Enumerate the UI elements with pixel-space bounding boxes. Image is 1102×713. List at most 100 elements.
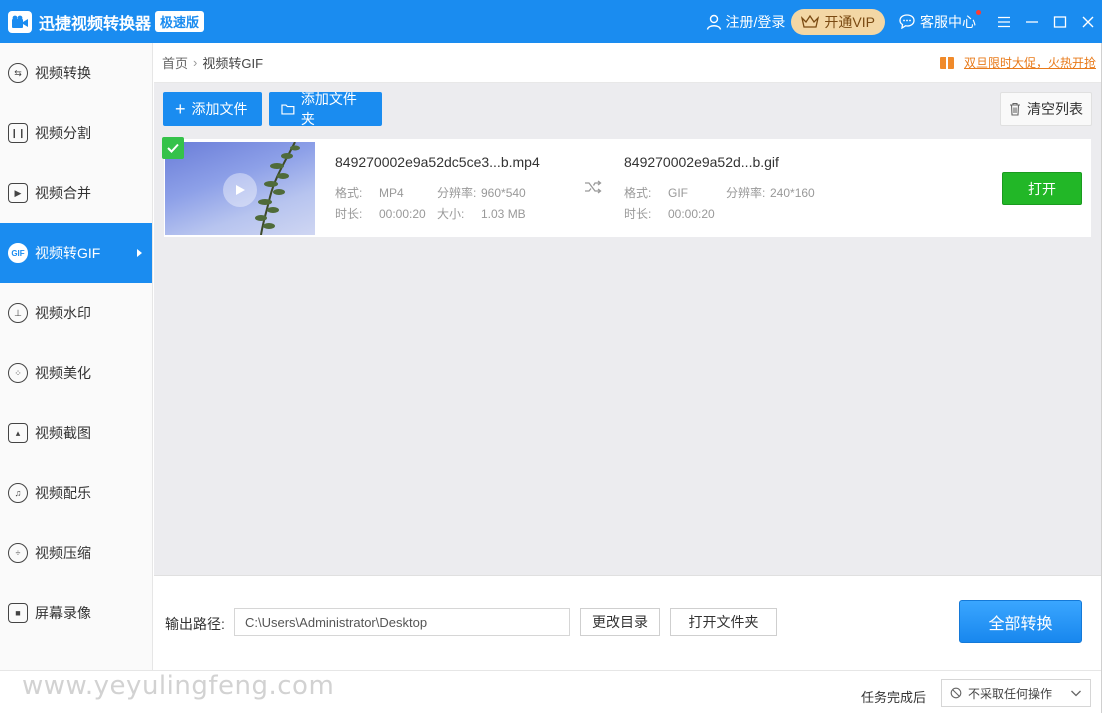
source-meta-row-1: 格式: MP4 分辨率: 960*540: [335, 184, 526, 201]
chevron-down-icon: [1071, 690, 1081, 697]
sidebar-item-label: 视频合并: [35, 185, 91, 201]
close-button[interactable]: [1074, 0, 1102, 43]
app-window: 迅捷视频转换器 极速版 注册/登录 开通VIP 客服中心 ⇆ 视频转换 ❙❙ 视…: [0, 0, 1102, 713]
checkbox-checked-icon[interactable]: [162, 137, 184, 159]
maximize-button[interactable]: [1046, 0, 1074, 43]
output-bar: 输出路径: 更改目录 打开文件夹 全部转换: [154, 575, 1102, 670]
sidebar-item-music[interactable]: ♫ 视频配乐: [0, 463, 152, 523]
after-task-label: 任务完成后: [861, 690, 927, 705]
add-file-label: 添加文件: [191, 101, 248, 117]
source-format: MP4: [379, 186, 404, 200]
open-button[interactable]: 打开: [1002, 172, 1082, 205]
output-meta-row-2: 时长: 00:00:20: [624, 205, 726, 222]
minimize-button[interactable]: [1018, 0, 1046, 43]
after-task-select[interactable]: 不采取任何操作: [941, 679, 1091, 707]
sidebar-item-label: 视频转GIF: [35, 245, 101, 261]
plus-icon: +: [175, 99, 186, 119]
record-icon: ■: [8, 603, 28, 623]
ban-icon: [950, 687, 962, 699]
sidebar-item-label: 视频分割: [35, 125, 91, 141]
sidebar-item-convert[interactable]: ⇆ 视频转换: [0, 43, 152, 103]
sidebar-item-gif[interactable]: GIF 视频转GIF: [0, 223, 152, 283]
clear-list-button[interactable]: 清空列表: [1000, 92, 1092, 126]
add-file-button[interactable]: + 添加文件: [163, 92, 262, 126]
vip-label: 开通VIP: [824, 13, 875, 30]
login-button[interactable]: 注册/登录: [706, 12, 786, 32]
file-list-item[interactable]: 849270002e9a52dc5ce3...b.mp4 格式: MP4 分辨率: 9…: [162, 137, 1091, 237]
source-size: 1.03 MB: [481, 207, 526, 221]
format-label: 格式:: [335, 186, 363, 200]
sidebar-item-label: 视频配乐: [35, 485, 91, 501]
resolution-label: 分辨率:: [437, 186, 477, 200]
music-icon: ♫: [8, 483, 28, 503]
sidebar-item-record[interactable]: ■ 屏幕录像: [0, 583, 152, 643]
clear-list-label: 清空列表: [1027, 101, 1083, 117]
site-watermark: www.yeyulingfeng.com: [22, 671, 335, 701]
gift-icon: [939, 56, 954, 69]
screenshot-icon: ▴: [8, 423, 28, 443]
menu-button[interactable]: [990, 0, 1018, 43]
size-label: 大小:: [437, 207, 465, 221]
chat-icon: [899, 14, 915, 29]
sidebar-item-label: 视频美化: [35, 365, 91, 381]
user-icon: [706, 14, 721, 30]
duration-label: 时长:: [335, 207, 363, 221]
login-label: 注册/登录: [725, 13, 786, 30]
source-duration: 00:00:20: [379, 207, 426, 221]
minimize-icon: [1026, 20, 1038, 23]
convert-icon: ⇆: [8, 63, 28, 83]
output-path-label: 输出路径:: [165, 616, 225, 632]
promo-link[interactable]: 双旦限时大促，火热开抢: [939, 54, 1096, 71]
output-resolution: 240*160: [770, 186, 815, 200]
split-icon: ❙❙: [8, 123, 28, 143]
watermark-icon: ⊥: [8, 303, 28, 323]
close-icon: [1082, 16, 1094, 27]
customer-service-button[interactable]: 客服中心: [899, 9, 981, 32]
change-directory-button[interactable]: 更改目录: [580, 608, 660, 636]
sidebar-item-beautify[interactable]: ⁘ 视频美化: [0, 343, 152, 403]
maximize-icon: [1053, 15, 1067, 28]
output-meta-row-1: 格式: GIF 分辨率: 240*160: [624, 184, 815, 201]
play-icon[interactable]: [223, 173, 257, 207]
output-format: GIF: [668, 186, 688, 200]
sidebar-item-label: 视频截图: [35, 425, 91, 441]
convert-all-button[interactable]: 全部转换: [959, 600, 1082, 643]
output-filename: 849270002e9a52d...b.gif: [624, 154, 779, 170]
merge-icon: ▶: [8, 183, 28, 203]
beautify-icon: ⁘: [8, 363, 28, 383]
breadcrumb: 首页 › 视频转GIF 双旦限时大促，火热开抢: [154, 43, 1102, 83]
toolbar: + 添加文件 添加文件夹 清空列表: [154, 83, 1102, 139]
source-meta-row-2: 时长: 00:00:20 大小: 1.03 MB: [335, 205, 526, 222]
sidebar-item-merge[interactable]: ▶ 视频合并: [0, 163, 152, 223]
sidebar-item-compress[interactable]: ÷ 视频压缩: [0, 523, 152, 583]
vip-button[interactable]: 开通VIP: [791, 8, 885, 35]
trash-icon: [1010, 102, 1020, 116]
breadcrumb-separator: ›: [193, 55, 198, 70]
app-title: 迅捷视频转换器: [39, 15, 152, 33]
source-resolution: 960*540: [481, 186, 526, 200]
sidebar-item-label: 视频压缩: [35, 545, 91, 561]
add-folder-button[interactable]: 添加文件夹: [269, 91, 382, 127]
edition-badge: 极速版: [155, 11, 205, 32]
shuffle-icon: [585, 180, 602, 194]
sidebar-item-label: 视频转换: [35, 65, 91, 81]
resolution-label: 分辨率:: [726, 186, 766, 200]
output-path-field[interactable]: [234, 608, 570, 636]
folder-icon: [281, 104, 295, 115]
open-folder-button[interactable]: 打开文件夹: [670, 608, 777, 636]
sidebar-item-label: 视频水印: [35, 305, 91, 321]
notification-dot: [976, 9, 981, 15]
output-duration: 00:00:20: [668, 207, 715, 221]
title-bar: 迅捷视频转换器 极速版 注册/登录 开通VIP 客服中心: [0, 0, 1102, 43]
format-label: 格式:: [624, 186, 652, 200]
crown-icon: [801, 14, 820, 28]
camera-logo-icon: [8, 10, 32, 33]
sidebar-item-watermark[interactable]: ⊥ 视频水印: [0, 283, 152, 343]
source-filename: 849270002e9a52dc5ce3...b.mp4: [335, 154, 540, 170]
sidebar-item-screenshot[interactable]: ▴ 视频截图: [0, 403, 152, 463]
breadcrumb-home[interactable]: 首页: [162, 53, 188, 72]
gif-icon: GIF: [8, 243, 28, 263]
promo-text: 双旦限时大促，火热开抢: [963, 56, 1096, 70]
breadcrumb-current: 视频转GIF: [202, 56, 264, 71]
sidebar-item-split[interactable]: ❙❙ 视频分割: [0, 103, 152, 163]
